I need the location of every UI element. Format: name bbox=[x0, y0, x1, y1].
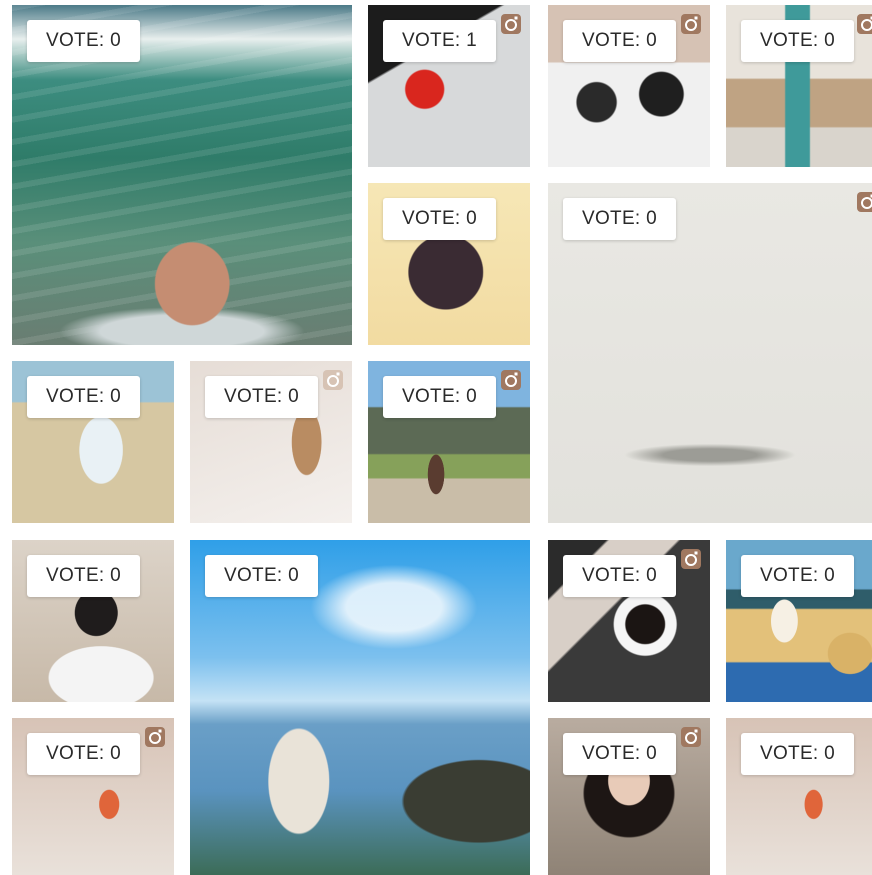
tile-beach-floral-top[interactable]: VOTE: 0 bbox=[12, 361, 174, 523]
instagram-icon[interactable] bbox=[144, 726, 166, 748]
vote-button[interactable]: VOTE: 0 bbox=[741, 733, 854, 775]
tile-watches[interactable]: VOTE: 0 bbox=[548, 5, 710, 167]
instagram-icon[interactable] bbox=[856, 13, 872, 35]
tile-orange-sandals-2[interactable]: VOTE: 0 bbox=[726, 718, 872, 875]
vote-button[interactable]: VOTE: 0 bbox=[563, 198, 676, 240]
tile-coastal-cliff[interactable]: VOTE: 0 bbox=[190, 540, 530, 875]
tile-floral-flats[interactable]: VOTE: 0 bbox=[368, 183, 530, 345]
instagram-icon[interactable] bbox=[680, 726, 702, 748]
tile-orange-sandals[interactable]: VOTE: 0 bbox=[12, 718, 174, 875]
tile-red-flower-heels[interactable]: VOTE: 1 bbox=[368, 5, 530, 167]
vote-button[interactable]: VOTE: 0 bbox=[741, 20, 854, 62]
vote-button[interactable]: VOTE: 0 bbox=[563, 733, 676, 775]
vote-button[interactable]: VOTE: 0 bbox=[27, 733, 140, 775]
tile-espadrilles-bed[interactable]: VOTE: 0 bbox=[190, 361, 352, 523]
vote-button[interactable]: VOTE: 0 bbox=[741, 555, 854, 597]
tile-pina-colada-beach[interactable]: VOTE: 0 bbox=[726, 540, 872, 702]
instagram-icon[interactable] bbox=[500, 13, 522, 35]
instagram-icon[interactable] bbox=[856, 191, 872, 213]
vote-button[interactable]: VOTE: 0 bbox=[205, 376, 318, 418]
vote-button[interactable]: VOTE: 1 bbox=[383, 20, 496, 62]
vote-button[interactable]: VOTE: 0 bbox=[27, 376, 140, 418]
vote-button[interactable]: VOTE: 0 bbox=[205, 555, 318, 597]
tile-winter-portrait[interactable]: VOTE: 0 bbox=[548, 718, 710, 875]
vote-button[interactable]: VOTE: 0 bbox=[383, 198, 496, 240]
tile-castle-lawn[interactable]: VOTE: 0 bbox=[368, 361, 530, 523]
instagram-icon[interactable] bbox=[500, 369, 522, 391]
tile-mirror-selfie[interactable]: VOTE: 0 bbox=[12, 540, 174, 702]
instagram-icon[interactable] bbox=[322, 369, 344, 391]
vote-button[interactable]: VOTE: 0 bbox=[383, 376, 496, 418]
tile-ocean-feet[interactable]: VOTE: 0 bbox=[12, 5, 352, 345]
instagram-icon[interactable] bbox=[680, 548, 702, 570]
vote-button[interactable]: VOTE: 0 bbox=[27, 20, 140, 62]
vote-button[interactable]: VOTE: 0 bbox=[563, 555, 676, 597]
vote-button[interactable]: VOTE: 0 bbox=[27, 555, 140, 597]
tile-coffee-cup[interactable]: VOTE: 0 bbox=[548, 540, 710, 702]
tile-rings-row[interactable]: VOTE: 0 bbox=[548, 183, 872, 523]
instagram-icon[interactable] bbox=[680, 13, 702, 35]
tile-bench-coconut[interactable]: VOTE: 0 bbox=[726, 5, 872, 167]
vote-button[interactable]: VOTE: 0 bbox=[563, 20, 676, 62]
